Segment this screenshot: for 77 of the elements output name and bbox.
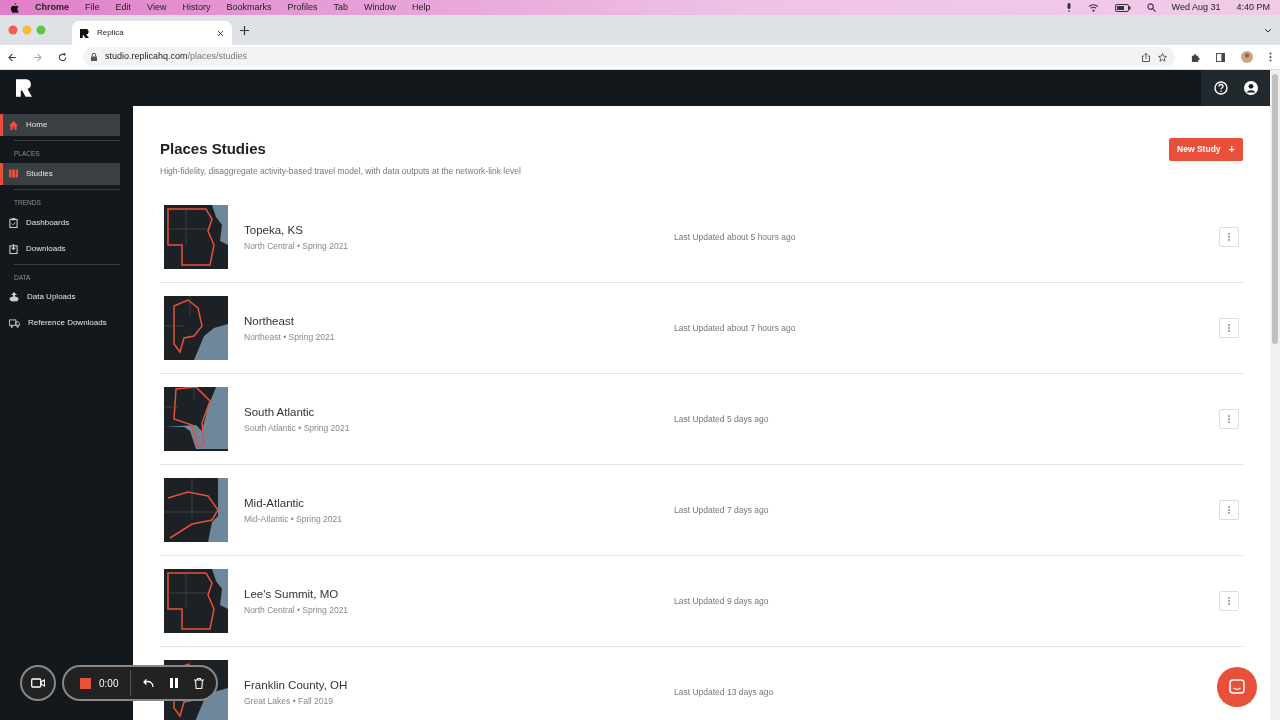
study-meta: Northeast • Spring 2021 bbox=[244, 330, 336, 344]
stop-icon[interactable] bbox=[80, 677, 91, 689]
home-icon bbox=[9, 120, 18, 130]
study-name[interactable]: Northeast bbox=[244, 313, 674, 331]
sidebar-item[interactable]: Data Uploads bbox=[0, 286, 120, 309]
lock-icon bbox=[91, 53, 97, 61]
replica-logo[interactable] bbox=[16, 79, 32, 97]
help-icon[interactable] bbox=[1213, 81, 1228, 95]
window-controls-icon[interactable] bbox=[8, 25, 48, 35]
trash-icon[interactable] bbox=[194, 677, 205, 689]
share-icon[interactable] bbox=[1142, 52, 1150, 62]
study-meta: North Central • Spring 2021 bbox=[244, 603, 350, 617]
reload-icon[interactable] bbox=[58, 52, 67, 62]
map-icon bbox=[9, 169, 18, 179]
recording-timer: 0:00 bbox=[99, 676, 119, 691]
clipboard-icon bbox=[9, 217, 18, 228]
study-name[interactable]: Franklin County, OH bbox=[244, 677, 674, 695]
menu-item[interactable]: Tab bbox=[333, 0, 348, 15]
menu-item[interactable]: File bbox=[85, 0, 100, 15]
app-menu[interactable]: Chrome bbox=[35, 0, 69, 15]
last-updated: Last Updated about 7 hours ago bbox=[674, 321, 796, 335]
sidebar-toggle-icon[interactable] bbox=[1216, 52, 1225, 62]
search-icon[interactable] bbox=[1146, 3, 1156, 12]
last-updated: Last Updated 9 days ago bbox=[674, 594, 769, 608]
last-updated: Last Updated about 5 hours ago bbox=[674, 230, 796, 244]
avatar-icon[interactable] bbox=[1241, 51, 1253, 63]
study-name[interactable]: Topeka, KS bbox=[244, 222, 674, 240]
sidebar-item[interactable]: Studies bbox=[0, 162, 120, 185]
menu-item[interactable]: View bbox=[147, 0, 167, 15]
back-icon[interactable] bbox=[8, 52, 17, 62]
address-bar[interactable]: studio.replicahq.com/places/studies bbox=[83, 47, 1175, 67]
account-icon[interactable] bbox=[1243, 81, 1258, 95]
menu-item[interactable]: Window bbox=[363, 0, 396, 15]
menu-item[interactable]: Help bbox=[412, 0, 431, 15]
favicon bbox=[80, 28, 89, 38]
sidebar-item[interactable]: Downloads bbox=[0, 237, 120, 260]
battery-icon[interactable] bbox=[1114, 3, 1131, 12]
study-name[interactable]: South Atlantic bbox=[244, 404, 674, 422]
study-meta: Mid-Atlantic • Spring 2021 bbox=[244, 512, 343, 526]
menu-item[interactable]: Bookmarks bbox=[226, 0, 272, 15]
close-icon[interactable] bbox=[217, 29, 224, 37]
undo-icon[interactable] bbox=[143, 678, 155, 688]
download-icon bbox=[9, 243, 18, 254]
page-subtitle: High-fidelity, disaggregate activity-based travel model, with data outputs at the network-link level bbox=[160, 164, 521, 178]
wifi-icon[interactable] bbox=[1087, 3, 1099, 12]
menubar-date: Wed Aug 31 bbox=[1171, 0, 1221, 14]
pause-icon[interactable] bbox=[170, 678, 179, 688]
chevron-down-icon[interactable] bbox=[1264, 27, 1272, 33]
scrollbar-thumb[interactable] bbox=[1272, 74, 1278, 344]
puzzle-icon[interactable] bbox=[1191, 52, 1200, 62]
sidebar-item[interactable]: Home bbox=[0, 114, 120, 136]
menu-item[interactable]: Edit bbox=[115, 0, 132, 15]
apple-icon[interactable] bbox=[10, 2, 19, 13]
new-tab-icon[interactable] bbox=[240, 25, 249, 35]
menu-item[interactable]: History bbox=[182, 0, 211, 15]
scrollbar[interactable] bbox=[1270, 70, 1280, 720]
truck-icon bbox=[9, 318, 20, 328]
chat-icon bbox=[1229, 679, 1245, 695]
menu-item[interactable]: Profiles bbox=[287, 0, 318, 15]
video-camera-icon bbox=[31, 678, 45, 688]
sidebar-item[interactable]: Dashboards bbox=[0, 211, 120, 234]
sidebar-item[interactable]: Reference Downloads bbox=[0, 312, 120, 335]
star-icon[interactable] bbox=[1158, 52, 1167, 62]
study-name[interactable]: Lee's Summit, MO bbox=[244, 586, 674, 604]
study-meta: Great Lakes • Fall 2019 bbox=[244, 694, 334, 708]
page-title: Places Studies bbox=[160, 139, 267, 159]
new-study-button[interactable]: New Study + bbox=[1169, 138, 1243, 161]
study-meta: South Atlantic • Spring 2021 bbox=[244, 421, 351, 435]
upload-icon bbox=[9, 292, 19, 303]
last-updated: Last Updated 13 days ago bbox=[674, 685, 774, 699]
kebab-menu-icon[interactable] bbox=[1269, 52, 1272, 62]
menubar-clock: 4:40 PM bbox=[1236, 0, 1270, 14]
last-updated: Last Updated 7 days ago bbox=[674, 503, 769, 517]
browser-tab[interactable]: Replica bbox=[72, 21, 232, 45]
last-updated: Last Updated 5 days ago bbox=[674, 412, 769, 426]
study-name[interactable]: Mid-Atlantic bbox=[244, 495, 674, 513]
study-meta: North Central • Spring 2021 bbox=[244, 239, 350, 253]
